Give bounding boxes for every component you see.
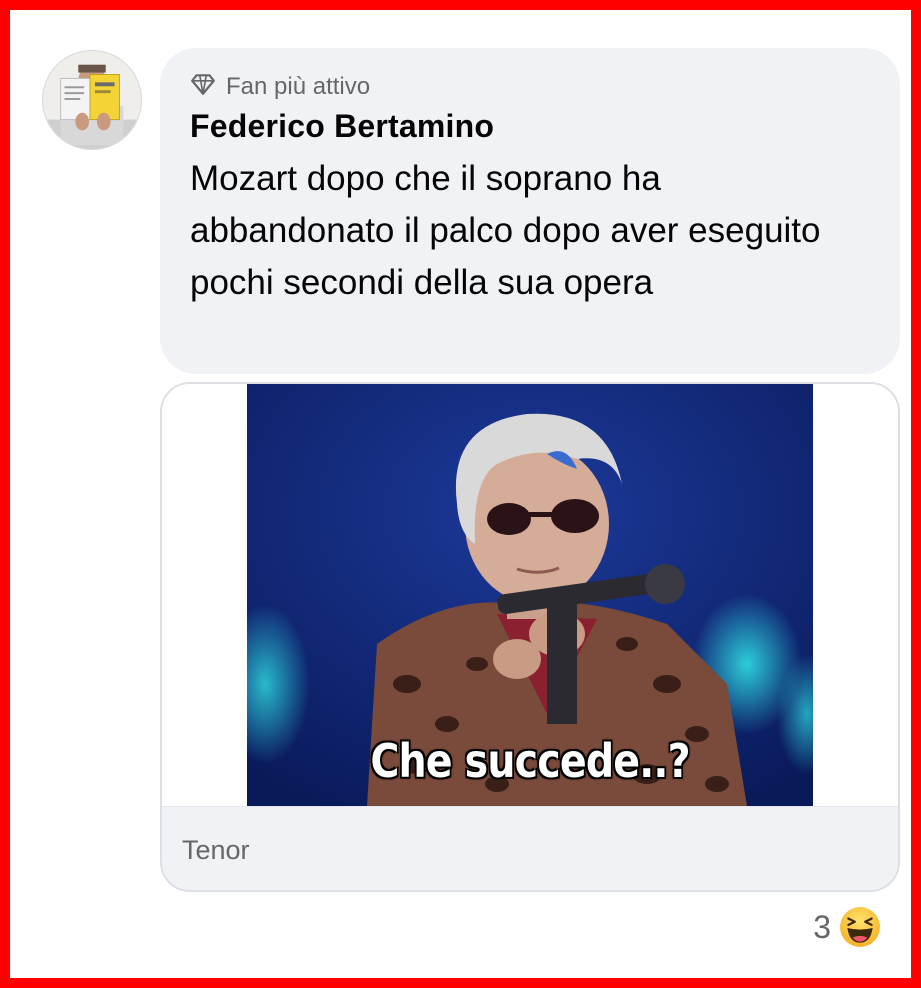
gif-image[interactable]: Che succede..?: [247, 384, 813, 806]
top-fan-badge[interactable]: Fan più attivo: [190, 72, 870, 102]
comment-text: Mozart dopo che il soprano ha abbandonat…: [190, 159, 821, 302]
gif-provider-label[interactable]: Tenor: [182, 835, 250, 866]
badge-label: Fan più attivo: [226, 73, 371, 100]
avatar-image: [43, 51, 141, 149]
comment-bubble: Fan più attivo Federico Bertamino Mozart…: [160, 48, 900, 374]
avatar[interactable]: [42, 50, 142, 150]
screenshot-frame: Fan più attivo Federico Bertamino Mozart…: [0, 0, 921, 988]
author-name[interactable]: Federico Bertamino: [190, 108, 870, 145]
reaction-count: 3: [813, 908, 831, 945]
gif-area: Che succede..?: [162, 384, 898, 806]
gif-caption: Che succede..?: [370, 734, 690, 788]
gif-footer: Tenor: [162, 806, 898, 890]
haha-emoji-icon: [839, 906, 881, 948]
reactions-summary[interactable]: 3: [813, 906, 881, 948]
gif-attachment[interactable]: Che succede..? Tenor: [160, 382, 900, 892]
diamond-icon: [190, 71, 216, 104]
